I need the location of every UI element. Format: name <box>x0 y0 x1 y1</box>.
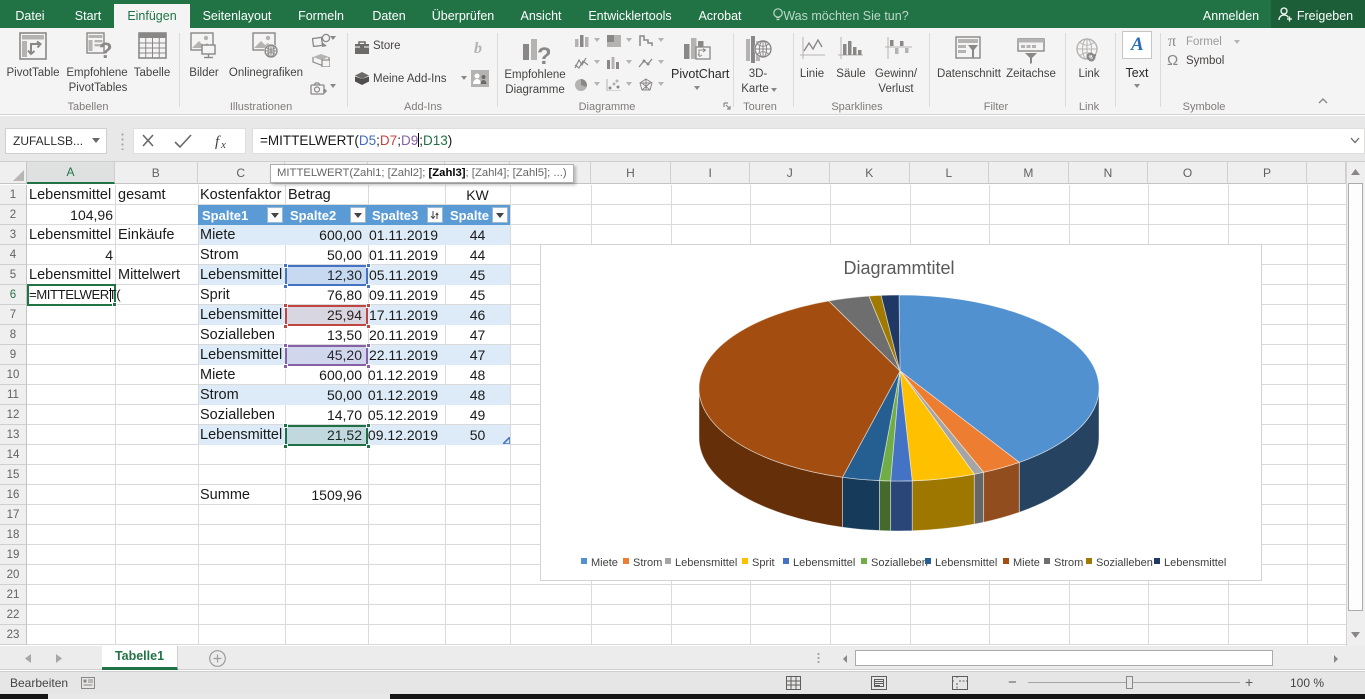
svg-text:Miete: Miete <box>591 557 618 569</box>
svg-text:Sozialleben: Sozialleben <box>871 557 928 569</box>
svg-text:Lebensmittel: Lebensmittel <box>1164 557 1226 569</box>
svg-text:Sprit: Sprit <box>752 557 775 569</box>
svg-text:Strom: Strom <box>1054 557 1083 569</box>
svg-text:Diagrammtitel: Diagrammtitel <box>843 258 954 278</box>
svg-text:?: ? <box>537 43 550 66</box>
svg-text:Strom: Strom <box>633 557 662 569</box>
svg-text:Sozialleben: Sozialleben <box>1096 557 1153 569</box>
svg-text:Lebensmittel: Lebensmittel <box>935 557 997 569</box>
svg-text:Miete: Miete <box>1013 557 1040 569</box>
svg-text:Lebensmittel: Lebensmittel <box>793 557 855 569</box>
svg-text:x: x <box>220 139 226 151</box>
svg-text:Lebensmittel: Lebensmittel <box>675 557 737 569</box>
svg-text:b: b <box>474 40 482 56</box>
svg-text:?: ? <box>99 38 112 60</box>
